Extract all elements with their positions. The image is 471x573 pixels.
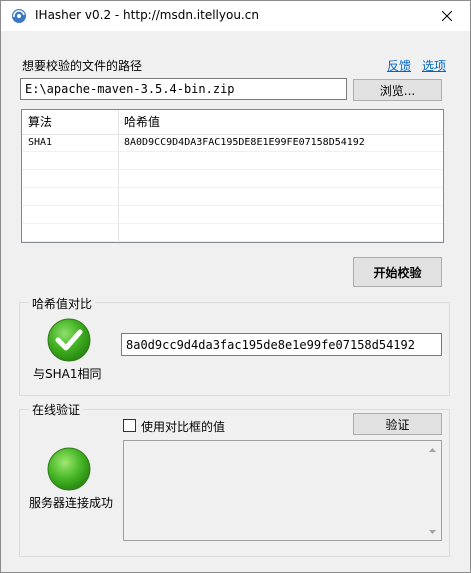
online-verify-title: 在线验证 [29,401,84,418]
close-button[interactable] [424,1,470,31]
browse-button[interactable]: 浏览... [353,79,442,101]
app-logo-icon [12,9,26,23]
table-row-empty [22,170,443,188]
table-row-empty [22,152,443,170]
compare-status-text: 与SHA1相同 [33,367,102,381]
table-row-empty [22,206,443,224]
options-link[interactable]: 选项 [422,57,446,74]
use-compare-value-label[interactable]: 使用对比框的值 [141,418,225,435]
feedback-link[interactable]: 反馈 [387,57,411,74]
use-compare-value-checkbox[interactable] [123,419,136,432]
column-header-hash[interactable]: 哈希值 [118,110,443,134]
column-header-algorithm[interactable]: 算法 [22,110,118,134]
window-title: IHasher v0.2 - http://msdn.itellyou.cn [35,8,259,22]
table-row[interactable]: SHA1 8A0D9CC9D4DA3FAC195DE8E1E99FE07158D… [22,134,443,152]
app-window: IHasher v0.2 - http://msdn.itellyou.cn 想… [0,0,471,573]
vertical-scrollbar[interactable] [424,441,441,540]
title-bar[interactable]: IHasher v0.2 - http://msdn.itellyou.cn [1,1,470,31]
verify-button[interactable]: 验证 [353,413,442,435]
online-result-textarea[interactable] [123,440,442,541]
file-path-label: 想要校验的文件的路径 [22,59,143,73]
check-circle-icon [47,318,91,362]
scroll-up-icon[interactable] [424,441,441,458]
list-header: 算法 哈希值 [22,110,443,135]
compare-hash-input[interactable]: 8a0d9cc9d4da3fac195de8e1e99fe07158d54192 [121,333,442,356]
cell-algorithm: SHA1 [28,137,53,148]
cell-hash: 8A0D9CC9D4DA3FAC195DE8E1E99FE07158D54192 [124,137,365,148]
green-dot-icon [47,447,91,491]
start-verify-button[interactable]: 开始校验 [353,257,442,287]
server-status-text: 服务器连接成功 [29,496,114,510]
scroll-down-icon[interactable] [424,523,441,540]
table-row-empty [22,224,443,242]
close-icon [442,11,452,21]
hash-compare-title: 哈希值对比 [29,295,96,312]
file-path-input[interactable]: E:\apache-maven-3.5.4-bin.zip [20,78,347,100]
table-row-empty [22,188,443,206]
hash-results-list[interactable]: 算法 哈希值 SHA1 8A0D9CC9D4DA3FAC195DE8E1E99F… [21,109,444,243]
